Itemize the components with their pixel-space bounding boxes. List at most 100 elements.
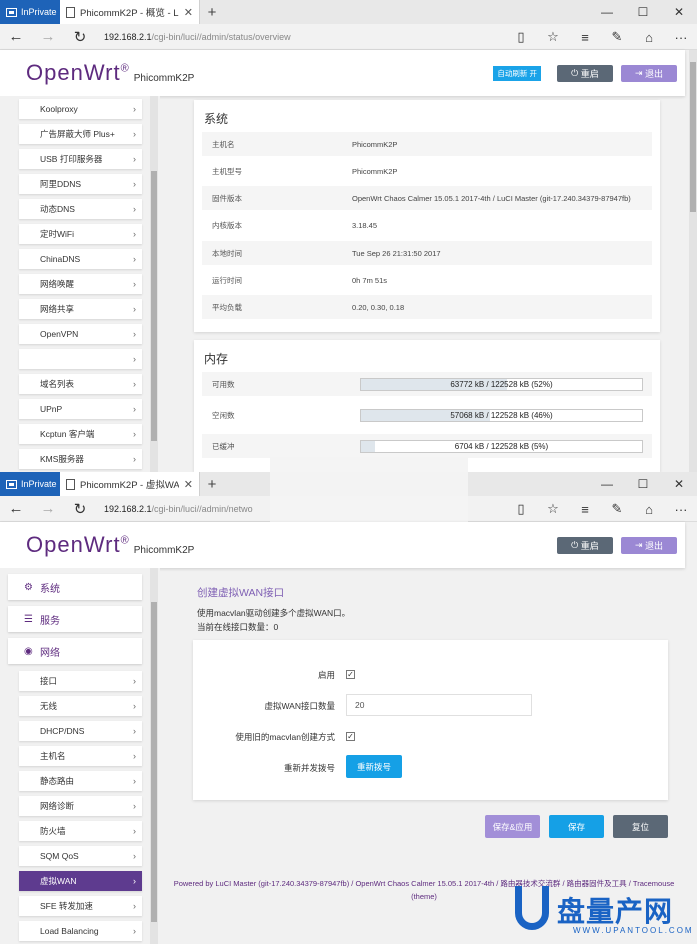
- openwrt-header: OpenWrt® PhicommK2P 自动刷新 开 ⏻ 重启 ⇥ 退出: [0, 50, 685, 96]
- sidebar-item[interactable]: USB 打印服务器 ›: [19, 149, 142, 169]
- refresh-icon[interactable]: ↻: [64, 500, 96, 518]
- reading-view-icon[interactable]: ▯: [505, 501, 537, 517]
- new-tab-button[interactable]: +: [200, 0, 224, 24]
- logout-button[interactable]: ⇥ 退出: [621, 536, 677, 554]
- globe-icon: ◉: [24, 646, 33, 657]
- memory-panel: 内存 可用数 63772 kB / 122528 kB (52%) 空闲数 57…: [194, 340, 660, 472]
- inprivate-badge[interactable]: InPrivate: [0, 472, 60, 496]
- sidebar-item-sqm-qos[interactable]: SQM QoS ›: [19, 846, 142, 866]
- logout-icon: ⇥: [634, 67, 646, 78]
- save-apply-button[interactable]: 保存&应用: [485, 815, 540, 838]
- page-description: 使用macvlan驱动创建多个虚拟WAN口。: [197, 608, 351, 618]
- inprivate-label: InPrivate: [21, 7, 57, 17]
- sidebar-item-wireless[interactable]: 无线 ›: [19, 696, 142, 716]
- back-icon[interactable]: ←: [0, 28, 32, 45]
- openwrt-logo[interactable]: OpenWrt®: [26, 532, 130, 558]
- sidebar-item[interactable]: 域名列表 ›: [19, 374, 142, 394]
- chevron-right-icon: ›: [133, 354, 136, 364]
- inprivate-icon: [6, 479, 17, 489]
- sidebar-item[interactable]: KMS服务器 ›: [19, 449, 142, 469]
- old-macvlan-checkbox[interactable]: ✓: [346, 732, 355, 741]
- sidebar-item[interactable]: 动态DNS ›: [19, 199, 142, 219]
- old-macvlan-label: 使用旧的macvlan创建方式: [235, 732, 335, 742]
- chevron-right-icon: ›: [133, 279, 136, 289]
- sidebar-item-sfe[interactable]: SFE 转发加速 ›: [19, 896, 142, 916]
- new-tab-button[interactable]: +: [200, 472, 224, 496]
- sidebar-item[interactable]: 网络共享 ›: [19, 299, 142, 319]
- maximize-icon[interactable]: ☐: [625, 0, 661, 24]
- share-icon[interactable]: ⌂: [633, 502, 665, 517]
- sidebar-item[interactable]: ChinaDNS ›: [19, 249, 142, 269]
- favorite-star-icon[interactable]: ☆: [537, 29, 569, 45]
- enable-checkbox[interactable]: ✓: [346, 670, 355, 679]
- reboot-button[interactable]: ⏻ 重启: [557, 536, 613, 554]
- sidebar-item[interactable]: 广告屏蔽大师 Plus+ ›: [19, 124, 142, 144]
- sidebar-item[interactable]: 阿里DDNS ›: [19, 174, 142, 194]
- close-window-icon[interactable]: ✕: [661, 0, 697, 24]
- reset-button[interactable]: 复位: [613, 815, 668, 838]
- sidebar-category-network[interactable]: ◉ 网络: [8, 638, 142, 664]
- refresh-icon[interactable]: ↻: [64, 28, 96, 46]
- minimize-icon[interactable]: —: [589, 0, 625, 24]
- sidebar-scrollbar[interactable]: [150, 568, 158, 944]
- power-icon: ⏻: [571, 67, 581, 78]
- chevron-right-icon: ›: [133, 429, 136, 439]
- forward-icon[interactable]: →: [32, 500, 64, 517]
- sidebar-item[interactable]: OpenVPN ›: [19, 324, 142, 344]
- close-tab-icon[interactable]: ✕: [184, 478, 193, 491]
- url-field[interactable]: 192.168.2.1/cgi-bin/luci//admin/status/o…: [104, 32, 291, 42]
- auto-refresh-badge[interactable]: 自动刷新 开: [493, 65, 541, 81]
- sidebar-scrollbar[interactable]: [150, 96, 158, 472]
- sidebar-item[interactable]: UPnP ›: [19, 399, 142, 419]
- sidebar-item-dhcp-dns[interactable]: DHCP/DNS ›: [19, 721, 142, 741]
- reading-view-icon[interactable]: ▯: [505, 29, 537, 45]
- sidebar-item[interactable]: Kcptun 客户端 ›: [19, 424, 142, 444]
- page-scrollbar[interactable]: [689, 50, 697, 472]
- close-window-icon[interactable]: ✕: [661, 472, 697, 496]
- chevron-right-icon: ›: [133, 851, 136, 861]
- hub-icon[interactable]: ≡: [569, 502, 601, 517]
- favorite-star-icon[interactable]: ☆: [537, 501, 569, 517]
- sidebar-item-static-routes[interactable]: 静态路由 ›: [19, 771, 142, 791]
- chevron-right-icon: ›: [133, 676, 136, 686]
- info-row: 运行时间 0h 7m 51s: [212, 275, 388, 285]
- more-icon[interactable]: ···: [665, 502, 697, 517]
- forward-icon[interactable]: →: [32, 28, 64, 45]
- wan-count-input[interactable]: 20: [346, 694, 532, 716]
- close-tab-icon[interactable]: ✕: [184, 6, 193, 19]
- sidebar-category-system[interactable]: ⚙ 系统: [8, 574, 142, 600]
- maximize-icon[interactable]: ☐: [625, 472, 661, 496]
- inprivate-badge[interactable]: InPrivate: [0, 0, 60, 24]
- sidebar-item[interactable]: Koolproxy ›: [19, 99, 142, 119]
- share-icon[interactable]: ⌂: [633, 30, 665, 45]
- minimize-icon[interactable]: —: [589, 472, 625, 496]
- notes-icon[interactable]: ✎: [601, 29, 633, 45]
- browser-tab[interactable]: PhicommK2P - 虚拟WAN ✕: [60, 472, 200, 496]
- sidebar-item-load-balancing[interactable]: Load Balancing ›: [19, 921, 142, 941]
- more-icon[interactable]: ···: [665, 30, 697, 45]
- hostname-label: PhicommK2P: [133, 544, 195, 556]
- hub-icon[interactable]: ≡: [569, 30, 601, 45]
- redial-button[interactable]: 重新拨号: [346, 755, 402, 778]
- notes-icon[interactable]: ✎: [601, 501, 633, 517]
- sidebar-item[interactable]: ›: [19, 349, 142, 369]
- sidebar-item-virtual-wan[interactable]: 虚拟WAN ›: [19, 871, 142, 891]
- openwrt-logo[interactable]: OpenWrt®: [26, 60, 130, 86]
- logout-button[interactable]: ⇥ 退出: [621, 64, 677, 82]
- u-logo-icon: [515, 886, 549, 930]
- sidebar-item-interfaces[interactable]: 接口 ›: [19, 671, 142, 691]
- back-icon[interactable]: ←: [0, 500, 32, 517]
- save-button[interactable]: 保存: [549, 815, 604, 838]
- browser-tab[interactable]: PhicommK2P - 概览 - LuCI ✕: [60, 0, 200, 24]
- sidebar-item-hostnames[interactable]: 主机名 ›: [19, 746, 142, 766]
- tab-title: PhicommK2P - 虚拟WAN: [80, 480, 179, 491]
- sidebar-item[interactable]: 网络唤醒 ›: [19, 274, 142, 294]
- reboot-button[interactable]: ⏻ 重启: [557, 64, 613, 82]
- sidebar-category-services[interactable]: ☰ 服务: [8, 606, 142, 632]
- chevron-right-icon: ›: [133, 826, 136, 836]
- enable-label: 启用: [317, 670, 335, 680]
- sidebar-item-firewall[interactable]: 防火墙 ›: [19, 821, 142, 841]
- sidebar-item[interactable]: 定时WiFi ›: [19, 224, 142, 244]
- sidebar-item-diagnostics[interactable]: 网络诊断 ›: [19, 796, 142, 816]
- url-field[interactable]: 192.168.2.1/cgi-bin/luci//admin/netwo: [104, 504, 253, 514]
